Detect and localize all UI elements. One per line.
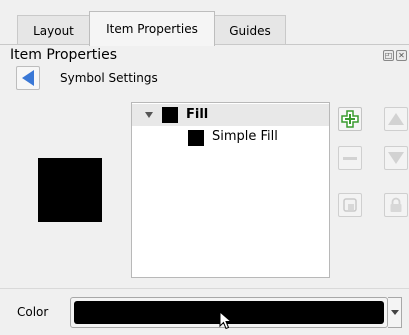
float-icon[interactable]: ◰	[383, 50, 394, 61]
move-up-button[interactable]	[384, 107, 408, 131]
mouse-cursor-icon	[219, 311, 233, 330]
symbol-preview	[38, 158, 102, 222]
add-layer-button[interactable]	[338, 107, 362, 131]
tab-bar: Layout Item Properties Guides	[0, 0, 409, 46]
color-label: Color	[17, 305, 49, 319]
simple-fill-swatch	[188, 130, 204, 146]
tab-layout[interactable]: Layout	[17, 15, 90, 45]
layer-row-fill[interactable]: Fill	[132, 104, 329, 126]
lock-icon	[390, 197, 402, 212]
symbol-layer-tree[interactable]: Fill Simple Fill	[131, 102, 330, 278]
expand-arrow-icon[interactable]	[145, 112, 153, 118]
back-arrow-icon	[22, 70, 34, 86]
back-button[interactable]	[16, 66, 40, 90]
duplicate-icon	[343, 198, 357, 212]
duplicate-layer-button[interactable]	[338, 193, 362, 217]
green-plus-icon	[341, 110, 359, 128]
chevron-down-icon	[390, 310, 399, 315]
panel-buttons: ◰ ✕	[383, 50, 407, 61]
lock-layer-button[interactable]	[384, 193, 408, 217]
remove-layer-button[interactable]	[338, 146, 362, 170]
fill-swatch	[162, 107, 178, 123]
layer-label-simple-fill: Simple Fill	[212, 129, 278, 144]
minus-icon	[343, 156, 357, 160]
tab-guides[interactable]: Guides	[214, 15, 286, 45]
color-dropdown-button[interactable]	[388, 297, 402, 328]
tab-item-properties[interactable]: Item Properties	[89, 11, 215, 46]
layer-row-simple-fill[interactable]: Simple Fill	[132, 127, 329, 149]
close-icon[interactable]: ✕	[396, 50, 407, 61]
symbol-settings-title: Symbol Settings	[60, 71, 158, 85]
color-separator	[0, 288, 409, 289]
arrow-up-icon	[388, 113, 404, 125]
move-down-button[interactable]	[384, 146, 408, 170]
panel-title: Item Properties	[10, 47, 118, 63]
layer-label-fill: Fill	[186, 107, 209, 122]
arrow-down-icon	[388, 152, 404, 164]
